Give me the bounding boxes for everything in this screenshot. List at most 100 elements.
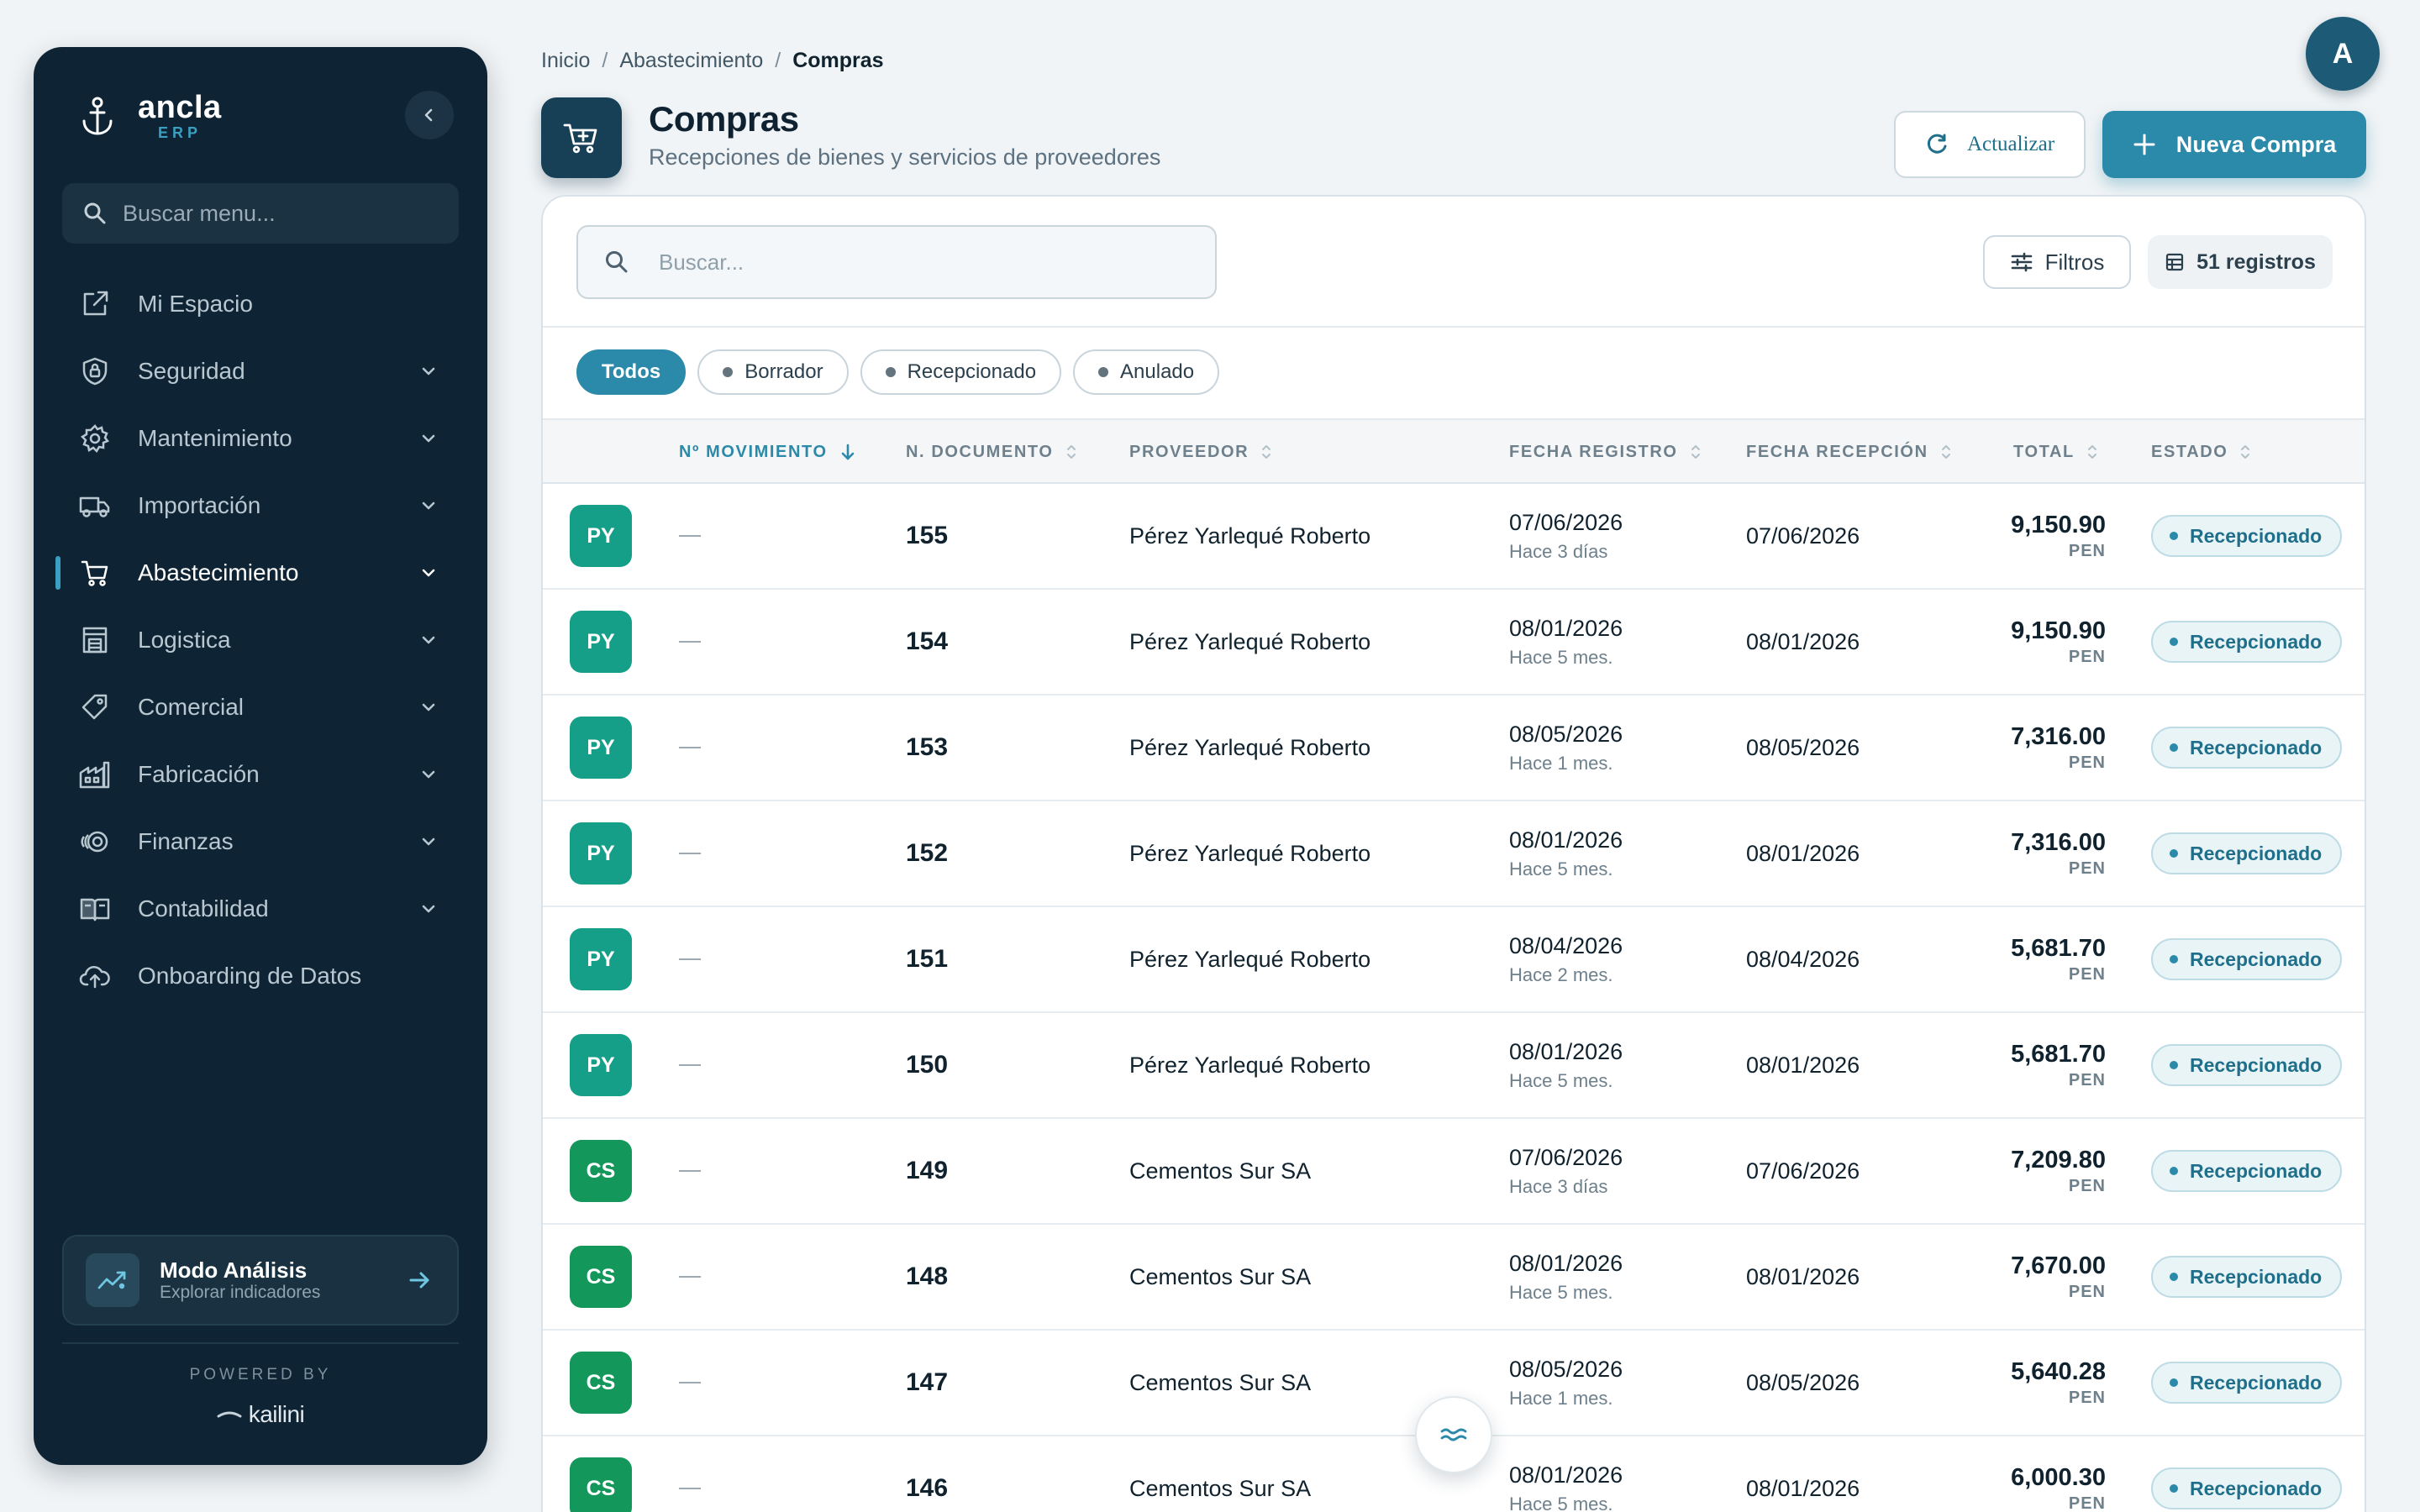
total-currency: PEN bbox=[2068, 753, 2106, 772]
sidebar-item-abastecimiento[interactable]: Abastecimiento bbox=[34, 539, 487, 606]
sidebar-item-mantenimiento[interactable]: Mantenimiento bbox=[34, 405, 487, 472]
column-header-documento[interactable]: N. DOCUMENTO bbox=[906, 420, 1077, 484]
table-row[interactable]: CS 149 Cementos Sur SA 07/06/2026 Hace 3… bbox=[543, 1119, 2365, 1225]
registration-relative: Hace 1 mes. bbox=[1509, 753, 1613, 774]
status-badge: Recepcionado bbox=[2151, 515, 2343, 557]
chip-label: Borrador bbox=[744, 360, 823, 383]
sidebar-item-logistica[interactable]: Logistica bbox=[34, 606, 487, 674]
supplier-badge: CS bbox=[570, 1246, 632, 1308]
registration-date: 07/06/2026 bbox=[1509, 510, 1623, 535]
table-search-input[interactable] bbox=[659, 249, 1197, 276]
breadcrumb-item[interactable]: Abastecimiento bbox=[619, 49, 763, 73]
chip-todos[interactable]: Todos bbox=[576, 349, 687, 395]
registration-date: 08/01/2026 bbox=[1509, 1251, 1623, 1276]
external-link-icon bbox=[77, 286, 113, 322]
reception-date: 07/06/2026 bbox=[1746, 1158, 1860, 1184]
floating-action-button[interactable] bbox=[1415, 1396, 1492, 1473]
brand[interactable]: ancla ERP bbox=[74, 91, 222, 141]
sidebar-item-mi-espacio[interactable]: Mi Espacio bbox=[34, 270, 487, 338]
sidebar-search-input[interactable] bbox=[123, 200, 442, 227]
column-header-estado[interactable]: ESTADO bbox=[2151, 420, 2251, 484]
chip-anulado[interactable]: Anulado bbox=[1073, 349, 1220, 395]
total-amount: 6,000.30 bbox=[2011, 1464, 2106, 1491]
column-header-fecha-registro[interactable]: FECHA REGISTRO bbox=[1509, 420, 1702, 484]
new-purchase-button[interactable]: Nueva Compra bbox=[2102, 111, 2366, 178]
sidebar-item-onboarding[interactable]: Onboarding de Datos bbox=[34, 942, 487, 1010]
table-row[interactable]: PY 150 Pérez Yarlequé Roberto 08/01/2026… bbox=[543, 1013, 2365, 1119]
page-subtitle: Recepciones de bienes y servicios de pro… bbox=[649, 144, 1161, 170]
chip-label: Anulado bbox=[1120, 360, 1195, 383]
status-badge: Recepcionado bbox=[2151, 1150, 2343, 1192]
sidebar-item-finanzas[interactable]: Finanzas bbox=[34, 808, 487, 875]
sidebar-item-importacion[interactable]: Importación bbox=[34, 472, 487, 539]
column-header-movimiento[interactable]: Nº MOVIMIENTO bbox=[679, 420, 856, 484]
sidebar-item-contabilidad[interactable]: Contabilidad bbox=[34, 875, 487, 942]
tag-icon bbox=[77, 690, 113, 725]
table-row[interactable]: PY 154 Pérez Yarlequé Roberto 08/01/2026… bbox=[543, 590, 2365, 696]
column-header-fecha-recepcion[interactable]: FECHA RECEPCIÓN bbox=[1746, 420, 1952, 484]
sidebar-item-fabricacion[interactable]: Fabricación bbox=[34, 741, 487, 808]
supplier-badge: CS bbox=[570, 1457, 632, 1512]
movement-empty-dash bbox=[679, 1170, 701, 1172]
waves-icon bbox=[1440, 1428, 1467, 1441]
chevron-down-icon bbox=[422, 367, 435, 375]
supplier-badge: PY bbox=[570, 928, 632, 990]
chip-dot bbox=[723, 367, 734, 377]
sidebar-search[interactable] bbox=[62, 183, 459, 244]
table-row[interactable]: PY 153 Pérez Yarlequé Roberto 08/05/2026… bbox=[543, 696, 2365, 801]
registration-relative: Hace 1 mes. bbox=[1509, 1388, 1613, 1409]
chevron-down-icon bbox=[422, 770, 435, 779]
new-purchase-button-label: Nueva Compra bbox=[2175, 131, 2337, 157]
shield-icon bbox=[77, 354, 113, 389]
registration-date: 08/01/2026 bbox=[1509, 616, 1623, 641]
provider-name: Pérez Yarlequé Roberto bbox=[1129, 734, 1371, 760]
collapse-sidebar-button[interactable] bbox=[405, 91, 454, 139]
chevron-down-icon bbox=[422, 434, 435, 443]
registration-relative: Hace 5 mes. bbox=[1509, 1282, 1613, 1303]
sidebar-item-label: Contabilidad bbox=[138, 895, 269, 921]
supplier-badge: CS bbox=[570, 1352, 632, 1414]
toolbar-divider bbox=[543, 326, 2365, 328]
reception-date: 08/01/2026 bbox=[1746, 1475, 1860, 1501]
total-currency: PEN bbox=[2068, 859, 2106, 878]
sidebar-item-comercial[interactable]: Comercial bbox=[34, 674, 487, 741]
status-dot bbox=[2170, 1061, 2178, 1069]
sidebar-item-label: Importación bbox=[138, 492, 261, 518]
reception-date: 08/04/2026 bbox=[1746, 946, 1860, 972]
column-header-total[interactable]: TOTAL bbox=[2013, 420, 2098, 484]
page-cart-icon bbox=[541, 97, 622, 178]
sort-icon bbox=[2087, 445, 2096, 459]
avatar[interactable]: A bbox=[2306, 17, 2380, 91]
registration-date: 08/01/2026 bbox=[1509, 1039, 1623, 1064]
breadcrumb-item[interactable]: Inicio bbox=[541, 49, 590, 73]
kailini-logo-icon bbox=[217, 1411, 242, 1418]
sidebar: ancla ERP Mi Espacio Seguridad Mante bbox=[34, 47, 487, 1465]
sidebar-item-seguridad[interactable]: Seguridad bbox=[34, 338, 487, 405]
table-search[interactable] bbox=[576, 225, 1217, 299]
status-dot bbox=[2170, 532, 2178, 540]
powered-brand: kailini bbox=[34, 1401, 487, 1428]
table-row[interactable]: CS 148 Cementos Sur SA 08/01/2026 Hace 5… bbox=[543, 1225, 2365, 1331]
search-icon bbox=[84, 202, 106, 224]
filters-button[interactable]: Filtros bbox=[1983, 235, 2131, 289]
reception-date: 08/01/2026 bbox=[1746, 1263, 1860, 1289]
chip-borrador[interactable]: Borrador bbox=[697, 349, 849, 395]
table-row[interactable]: PY 151 Pérez Yarlequé Roberto 08/04/2026… bbox=[543, 907, 2365, 1013]
movement-empty-dash bbox=[679, 1276, 701, 1278]
chip-recepcionado[interactable]: Recepcionado bbox=[860, 349, 1062, 395]
column-header-label: PROVEEDOR bbox=[1129, 442, 1249, 461]
reception-date: 08/01/2026 bbox=[1746, 1052, 1860, 1078]
status-dot bbox=[2170, 955, 2178, 963]
movement-empty-dash bbox=[679, 641, 701, 643]
supplier-badge: PY bbox=[570, 717, 632, 779]
status-badge: Recepcionado bbox=[2151, 621, 2343, 663]
total-amount: 7,316.00 bbox=[2011, 723, 2106, 750]
sort-icon bbox=[1066, 445, 1076, 459]
table-row[interactable]: PY 155 Pérez Yarlequé Roberto 07/06/2026… bbox=[543, 484, 2365, 590]
column-header-proveedor[interactable]: PROVEEDOR bbox=[1129, 420, 1272, 484]
sidebar-item-label: Mi Espacio bbox=[138, 291, 253, 317]
analysis-mode-card[interactable]: Modo Análisis Explorar indicadores bbox=[62, 1235, 459, 1326]
table-row[interactable]: PY 152 Pérez Yarlequé Roberto 08/01/2026… bbox=[543, 801, 2365, 907]
column-header-label: FECHA RECEPCIÓN bbox=[1746, 442, 1928, 461]
refresh-button[interactable]: Actualizar bbox=[1894, 111, 2086, 178]
